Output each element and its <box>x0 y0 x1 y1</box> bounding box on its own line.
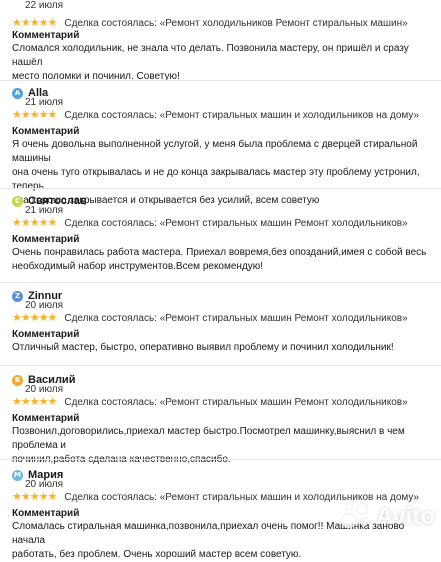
rating-stars: ★ ★ ★ ★ ★ <box>12 396 58 408</box>
watermark-text: Avito <box>375 503 435 530</box>
avatar[interactable]: A <box>12 87 23 99</box>
deal-status: Сделка состоялась: «Ремонт стиральных ма… <box>64 218 408 229</box>
review-card: С Святослав 21 июля ★ ★ ★ ★ ★ Сделка состоял… <box>0 193 441 281</box>
review-card: A Alla 21 июля ★ ★ ★ ★ ★ Сделка состоялась: … <box>0 85 441 206</box>
star-icon: ★ <box>12 396 22 408</box>
star-icon: ★ <box>12 312 22 324</box>
divider <box>0 459 441 460</box>
deal-status: Сделка состоялась: «Ремонт холодильников… <box>64 18 408 29</box>
review-date: 20 июля <box>25 384 64 395</box>
rating-stars: ★ ★ ★ ★ ★ <box>12 109 58 121</box>
comment-label: Комментарий <box>12 234 80 245</box>
star-icon: ★ <box>29 109 40 121</box>
comment-text: Позвонил,договорились,приехал мастер быс… <box>12 426 405 465</box>
star-icon: ★ <box>12 491 22 503</box>
star-icon: ★ <box>47 109 58 121</box>
divider <box>0 282 441 283</box>
rating-stars: ★ ★ ★ ★ ★ <box>12 17 58 29</box>
star-icon: ★ <box>29 491 40 503</box>
star-icon: ★ <box>38 109 49 121</box>
review-card: 22 июля ★ ★ ★ ★ ★ Сделка состоялась: «Ремонт… <box>0 0 441 82</box>
comment-label: Комментарий <box>12 126 80 137</box>
star-icon: ★ <box>47 312 58 324</box>
avatar[interactable]: В <box>12 374 23 386</box>
review-date: 20 июля <box>25 300 64 311</box>
rating-stars: ★ ★ ★ ★ ★ <box>12 491 58 503</box>
star-icon: ★ <box>29 396 40 408</box>
rating-stars: ★ ★ ★ ★ ★ <box>12 217 58 229</box>
star-icon: ★ <box>20 491 31 503</box>
avito-watermark: Avito <box>341 502 435 532</box>
star-icon: ★ <box>47 17 58 29</box>
deal-status: Сделка состоялась: «Ремонт стиральных ма… <box>64 313 408 324</box>
star-icon: ★ <box>47 491 58 503</box>
comment-label: Комментарий <box>12 329 80 340</box>
rating-stars: ★ ★ ★ ★ ★ <box>12 312 58 324</box>
review-card: В Василий 20 июля ★ ★ ★ ★ ★ Сделка состоялас… <box>0 372 441 465</box>
review-card: Z Zinnur 20 июля ★ ★ ★ ★ ★ Сделка состоялась… <box>0 288 441 376</box>
star-icon: ★ <box>20 217 31 229</box>
star-icon: ★ <box>38 217 49 229</box>
star-icon: ★ <box>38 491 49 503</box>
comment-text: Сломался холодильник, не знала что делат… <box>12 43 409 82</box>
divider <box>0 188 441 189</box>
review-date: 21 июля <box>25 205 64 216</box>
star-icon: ★ <box>47 217 58 229</box>
review-date: 21 июля <box>25 97 64 108</box>
star-icon: ★ <box>38 312 49 324</box>
star-icon: ★ <box>12 17 22 29</box>
star-icon: ★ <box>20 17 31 29</box>
divider <box>0 365 441 366</box>
comment-text: Очень понравилась работа мастера. Приеха… <box>12 247 427 272</box>
comment-label: Комментарий <box>12 413 80 424</box>
star-icon: ★ <box>29 312 40 324</box>
star-icon: ★ <box>29 217 40 229</box>
star-icon: ★ <box>20 312 31 324</box>
review-date: 22 июля <box>25 0 64 11</box>
deal-status: Сделка состоялась: «Ремонт стиральных ма… <box>64 397 408 408</box>
star-icon: ★ <box>20 109 31 121</box>
comment-label: Комментарий <box>12 508 80 519</box>
avatar[interactable]: С <box>12 195 23 207</box>
comment-text: Отличный мастер, быстро, оперативно выяв… <box>12 342 394 353</box>
star-icon: ★ <box>38 396 49 408</box>
deal-status: Сделка состоялась: «Ремонт стиральных ма… <box>64 110 420 121</box>
divider <box>0 80 441 81</box>
star-icon: ★ <box>20 396 31 408</box>
avatar[interactable]: М <box>12 469 23 481</box>
star-icon: ★ <box>38 17 49 29</box>
star-icon: ★ <box>47 396 58 408</box>
star-icon: ★ <box>29 17 40 29</box>
comment-label: Комментарий <box>12 30 80 41</box>
avito-logo-icon <box>341 502 372 532</box>
star-icon: ★ <box>12 217 22 229</box>
review-date: 20 июля <box>25 479 64 490</box>
star-icon: ★ <box>12 109 22 121</box>
avatar[interactable]: Z <box>12 290 23 302</box>
